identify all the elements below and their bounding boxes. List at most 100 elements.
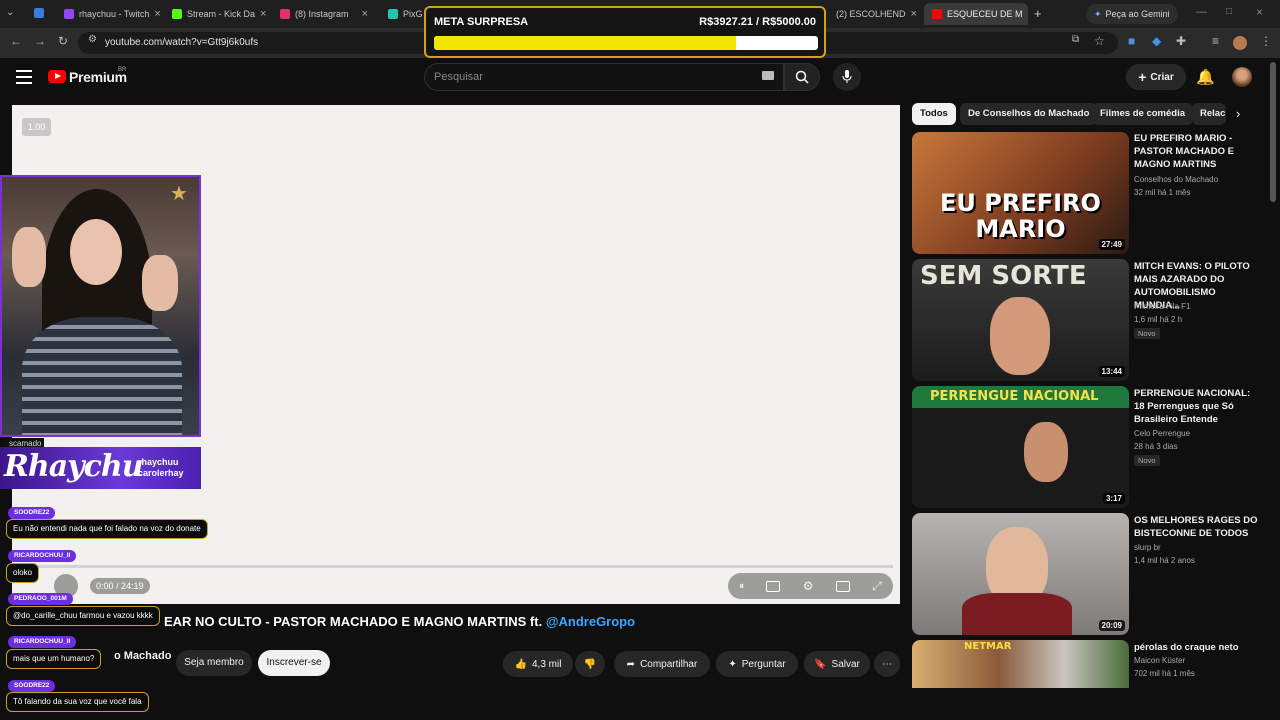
rec-channel[interactable]: Celo Perrengue — [1134, 429, 1190, 438]
streamer-handle-instagram: rhaychuu — [138, 457, 179, 467]
save-button[interactable]: 🔖 Salvar — [804, 651, 870, 677]
more-actions-button[interactable]: ⋯ — [874, 651, 900, 677]
chip-conselhos[interactable]: De Conselhos do Machado — [960, 103, 1098, 125]
gemini-icon: ✦ — [1094, 8, 1102, 19]
youtube-icon — [932, 9, 942, 19]
rec-title[interactable]: PERRENGUE NACIONAL: 18 Perrengues que Só… — [1134, 387, 1262, 426]
puzzle-icon[interactable]: ✚ — [1176, 34, 1186, 48]
rec-thumbnail[interactable]: 20:09 — [912, 513, 1129, 635]
thumb-hoodie — [962, 593, 1072, 635]
star-decoration-icon: ★ — [170, 183, 188, 205]
tab-escolhendo[interactable]: (2) ESCOLHEND × — [828, 3, 920, 25]
fullscreen-icon[interactable]: ⤢ — [872, 579, 882, 594]
kebab-menu-icon[interactable]: ⋮ — [1260, 34, 1272, 48]
channel-name[interactable]: o Machado — [114, 650, 171, 662]
tab-kick[interactable]: Stream - Kick Da × — [164, 3, 268, 25]
menu-list-icon[interactable]: ≡ — [1212, 34, 1219, 48]
chip-relacionados[interactable]: Relac — [1192, 103, 1226, 125]
subtitles-icon[interactable] — [766, 580, 781, 592]
chip-comedia[interactable]: Filmes de comédia — [1092, 103, 1194, 125]
tab-label: rhaychuu - Twitch — [79, 9, 150, 19]
voice-search-button[interactable] — [833, 63, 861, 91]
webcam-hand-left — [12, 227, 46, 287]
thumb-face — [1024, 422, 1068, 482]
close-tab-icon[interactable]: × — [911, 8, 917, 20]
save-label: Salvar — [831, 658, 860, 670]
rec-meta: 28 há 3 dias — [1134, 442, 1178, 451]
rec-duration: 3:17 — [1102, 493, 1125, 504]
twitch-icon — [64, 9, 74, 19]
close-tab-icon[interactable]: × — [154, 8, 160, 20]
rec-channel[interactable]: Primeira Fila F1 — [1134, 302, 1190, 311]
rec-title[interactable]: OS MELHORES RAGES DO BISTECONNE DE TODOS — [1134, 514, 1262, 540]
goal-value: R$3927.21 / R$5000.00 — [699, 16, 816, 28]
url-text[interactable]: youtube.com/watch?v=Gtt9j6k0ufs — [105, 37, 258, 48]
tab-instagram[interactable]: (8) Instagram × — [272, 3, 376, 25]
rec-duration: 20:09 — [1098, 620, 1125, 631]
chip-todos[interactable]: Todos — [912, 103, 956, 125]
dislike-button[interactable]: 👎 — [575, 651, 605, 677]
minimize-icon[interactable]: — — [1196, 6, 1207, 18]
rec-thumbnail[interactable]: EU PREFIRO MARIO 27:49 — [912, 132, 1129, 254]
subscribe-button[interactable]: Inscrever-se — [258, 650, 330, 676]
page-scrollbar[interactable] — [1270, 62, 1276, 202]
chevron-right-icon[interactable]: › — [1236, 106, 1240, 121]
back-icon[interactable]: ← — [10, 34, 22, 48]
share-label: Compartilhar — [640, 658, 698, 670]
rec-thumbnail[interactable]: PERRENGUE NACIONAL 3:17 — [912, 386, 1129, 508]
rec-channel[interactable]: slurp br — [1134, 543, 1161, 552]
miniplayer-icon[interactable] — [835, 580, 850, 592]
rec-channel[interactable]: Conselhos do Machado — [1134, 175, 1218, 184]
rec-title[interactable]: EU PREFIRO MARIO - PASTOR MACHADO E MAGN… — [1134, 132, 1262, 171]
goal-title: META SURPRESA — [434, 16, 529, 28]
rec-meta: 32 mil há 1 mês — [1134, 188, 1191, 197]
forward-icon[interactable]: → — [34, 34, 46, 48]
tab-twitch[interactable]: rhaychuu - Twitch × — [56, 3, 160, 25]
gemini-button[interactable]: ✦ Peça ao Gemini — [1086, 4, 1178, 24]
keyboard-icon[interactable] — [762, 71, 774, 80]
like-button[interactable]: 👍 4,3 mil — [503, 651, 573, 677]
rec-title[interactable]: pérolas do craque neto — [1134, 641, 1262, 654]
rec-channel[interactable]: Maicon Küster — [1134, 656, 1185, 665]
site-info-icon[interactable]: ⚙ — [88, 34, 97, 45]
chat-message: Eu não entendi nada que foi falado na vo… — [6, 519, 208, 539]
ask-button[interactable]: ✦ Perguntar — [716, 651, 798, 677]
pinned-tab[interactable] — [34, 8, 44, 18]
window-close-icon[interactable]: × — [1256, 5, 1263, 19]
close-tab-icon[interactable]: × — [260, 8, 266, 20]
profile-avatar[interactable] — [1233, 36, 1247, 50]
reload-icon[interactable]: ↻ — [58, 34, 68, 48]
tab-list-dropdown[interactable]: ⌄ — [6, 7, 14, 18]
tab-pixg[interactable]: PixG — [380, 3, 424, 25]
search-icon — [795, 70, 809, 84]
search-button[interactable] — [784, 63, 820, 91]
goal-progress-track — [434, 36, 818, 50]
rec-thumbnail[interactable]: SEM SORTE 13:44 — [912, 259, 1129, 381]
gemini-label: Peça ao Gemini — [1105, 9, 1170, 19]
goal-progress-fill — [434, 36, 736, 50]
maximize-icon[interactable]: □ — [1226, 6, 1232, 17]
share-button[interactable]: ➦ Compartilhar — [614, 651, 710, 677]
account-avatar[interactable] — [1232, 67, 1252, 87]
instagram-icon — [280, 9, 290, 19]
video-progress-bar[interactable] — [24, 565, 893, 568]
tab-label: (2) ESCOLHEND — [836, 9, 906, 19]
rec-new-badge: Novo — [1134, 328, 1160, 339]
extension-icon[interactable]: ◆ — [1152, 34, 1161, 48]
video-title-link[interactable]: @AndreGropo — [546, 614, 635, 629]
rec-meta: 1,6 mil há 2 h — [1134, 315, 1183, 324]
rec-thumbnail[interactable]: NETMAR — [912, 640, 1129, 688]
install-icon[interactable]: ⧉ — [1072, 34, 1079, 45]
close-tab-icon[interactable]: × — [362, 8, 368, 20]
bookmark-star-icon[interactable]: ☆ — [1094, 34, 1105, 48]
create-button[interactable]: + Criar — [1126, 64, 1186, 90]
hamburger-menu-icon[interactable] — [16, 70, 32, 84]
settings-icon[interactable]: ⚙ — [803, 579, 814, 593]
tab-esqueceu[interactable]: ESQUECEU DE M × — [924, 3, 1028, 25]
extension-icon[interactable]: ■ — [1128, 34, 1135, 48]
pause-icon[interactable]: ⏸ — [739, 581, 744, 592]
new-tab-button[interactable]: + — [1034, 6, 1042, 21]
youtube-logo-icon[interactable] — [48, 70, 66, 83]
notifications-bell-icon[interactable]: 🔔 — [1196, 68, 1215, 86]
join-button[interactable]: Seja membro — [176, 650, 252, 676]
